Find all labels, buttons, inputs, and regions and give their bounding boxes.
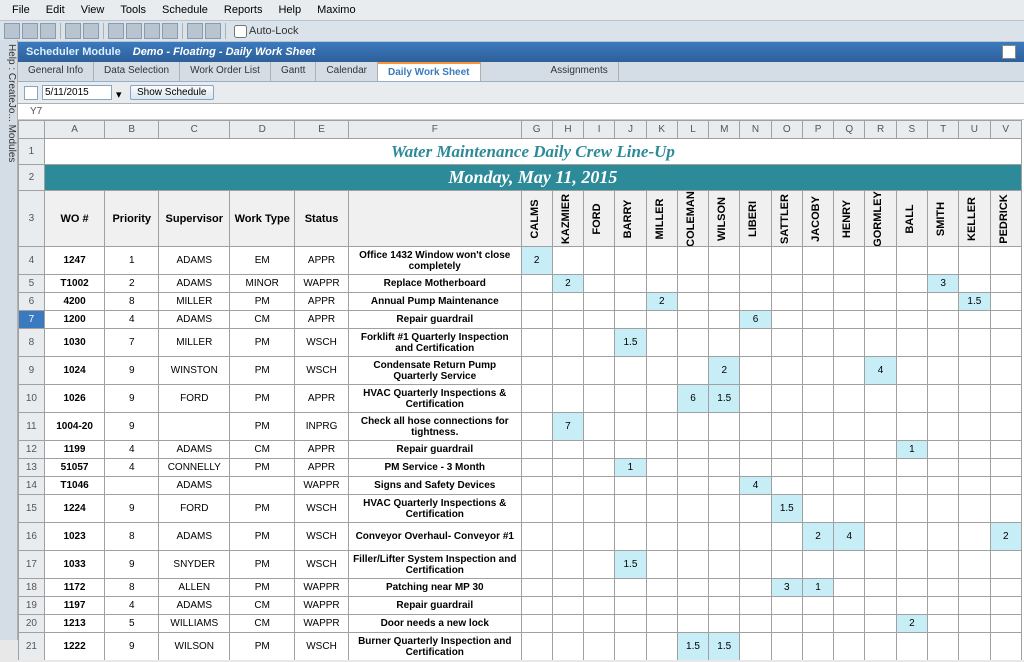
tool-icon[interactable]	[65, 23, 81, 39]
show-schedule-button[interactable]: Show Schedule	[130, 85, 214, 100]
tab-gantt[interactable]: Gantt	[271, 62, 316, 81]
crew-calms[interactable]: CALMS	[521, 191, 552, 247]
calendar-icon[interactable]	[24, 86, 38, 100]
menu-schedule[interactable]: Schedule	[154, 2, 216, 18]
autolock-toggle[interactable]: Auto-Lock	[234, 25, 299, 38]
tab-general-info[interactable]: General Info	[18, 62, 94, 81]
left-rail[interactable]: Help : CreateJo... Modules	[0, 40, 18, 640]
tool-icon[interactable]	[108, 23, 124, 39]
crew-ford[interactable]: FORD	[584, 191, 615, 247]
tool-icon[interactable]	[187, 23, 203, 39]
toolbar: Auto-Lock	[0, 21, 1024, 42]
crew-kazmier[interactable]: KAZMIER	[552, 191, 583, 247]
tab-data-selection[interactable]: Data Selection	[94, 62, 180, 81]
cell-reference: Y7	[18, 104, 1024, 120]
table-row: 2012135WILLIAMSCMWAPPRDoor needs a new l…	[19, 615, 1022, 633]
table-row: 910249WINSTONPMWSCHCondensate Return Pum…	[19, 357, 1022, 385]
menu-help[interactable]: Help	[270, 2, 309, 18]
tab-work-order-list[interactable]: Work Order List	[180, 62, 271, 81]
crew-liberi[interactable]: LIBERI	[740, 191, 771, 247]
tool-icon[interactable]	[22, 23, 38, 39]
table-row: 2112229WILSONPMWSCHBurner Quarterly Insp…	[19, 633, 1022, 661]
crew-coleman[interactable]: COLEMAN	[677, 191, 708, 247]
table-row: 1610238ADAMSPMWSCHConveyor Overhaul- Con…	[19, 523, 1022, 551]
crew-ball[interactable]: BALL	[896, 191, 927, 247]
crew-sattler[interactable]: SATTLER	[771, 191, 802, 247]
crew-wilson[interactable]: WILSON	[709, 191, 740, 247]
date-bar: ▾ Show Schedule	[18, 82, 1024, 104]
date-input[interactable]	[42, 85, 112, 100]
table-row: 111004-209PMINPRGCheck all hose connecti…	[19, 413, 1022, 441]
crew-jacoby[interactable]: JACOBY	[802, 191, 833, 247]
menu-maximo[interactable]: Maximo	[309, 2, 364, 18]
spreadsheet[interactable]: ABCDEFGHIJKLMNOPQRSTUV1Water Maintenance…	[18, 120, 1024, 660]
tab-bar: General InfoData SelectionWork Order Lis…	[18, 62, 1024, 82]
table-row: 712004ADAMSCMAPPRRepair guardrail6	[19, 311, 1022, 329]
crew-smith[interactable]: SMITH	[927, 191, 958, 247]
table-row: 5T10022ADAMSMINORWAPPRReplace Motherboar…	[19, 275, 1022, 293]
table-row: 1710339SNYDERPMWSCHFiller/Lifter System …	[19, 551, 1022, 579]
tool-icon[interactable]	[40, 23, 56, 39]
table-row: 1211994ADAMSCMAPPRRepair guardrail1	[19, 441, 1022, 459]
crew-henry[interactable]: HENRY	[834, 191, 865, 247]
module-titlebar: Scheduler Module Demo - Floating - Daily…	[18, 42, 1024, 62]
table-row: 412471ADAMSEMAPPROffice 1432 Window won'…	[19, 247, 1022, 275]
tool-icon[interactable]	[4, 23, 20, 39]
table-row: 1010269FORDPMAPPRHVAC Quarterly Inspecti…	[19, 385, 1022, 413]
menu-view[interactable]: View	[73, 2, 113, 18]
tool-icon[interactable]	[162, 23, 178, 39]
tool-icon[interactable]	[83, 23, 99, 39]
menu-file[interactable]: File	[4, 2, 38, 18]
menu-reports[interactable]: Reports	[216, 2, 271, 18]
dropdown-icon[interactable]	[1002, 45, 1016, 59]
crew-keller[interactable]: KELLER	[959, 191, 990, 247]
chevron-down-icon[interactable]: ▾	[116, 88, 126, 98]
table-row: 1512249FORDPMWSCHHVAC Quarterly Inspecti…	[19, 495, 1022, 523]
table-row: 13510574CONNELLYPMAPPRPM Service - 3 Mon…	[19, 459, 1022, 477]
tool-icon[interactable]	[144, 23, 160, 39]
crew-barry[interactable]: BARRY	[615, 191, 646, 247]
table-row: 642008MILLERPMAPPRAnnual Pump Maintenanc…	[19, 293, 1022, 311]
crew-miller[interactable]: MILLER	[646, 191, 677, 247]
tab-assignments[interactable]: Assignments	[541, 62, 619, 81]
tab-calendar[interactable]: Calendar	[316, 62, 378, 81]
menu-edit[interactable]: Edit	[38, 2, 73, 18]
crew-gormley[interactable]: GORMLEY	[865, 191, 896, 247]
crew-pedrick[interactable]: PEDRICK	[990, 191, 1021, 247]
table-row: 14T1046ADAMSWAPPRSigns and Safety Device…	[19, 477, 1022, 495]
table-row: 810307MILLERPMWSCHForklift #1 Quarterly …	[19, 329, 1022, 357]
tool-icon[interactable]	[126, 23, 142, 39]
table-row: 1911974ADAMSCMWAPPRRepair guardrail	[19, 597, 1022, 615]
tab-daily-work-sheet[interactable]: Daily Work Sheet	[378, 62, 481, 81]
table-row: 1811728ALLENPMWAPPRPatching near MP 3031	[19, 579, 1022, 597]
tool-icon[interactable]	[205, 23, 221, 39]
menu-bar: FileEditViewToolsScheduleReportsHelpMaxi…	[0, 0, 1024, 21]
menu-tools[interactable]: Tools	[112, 2, 154, 18]
